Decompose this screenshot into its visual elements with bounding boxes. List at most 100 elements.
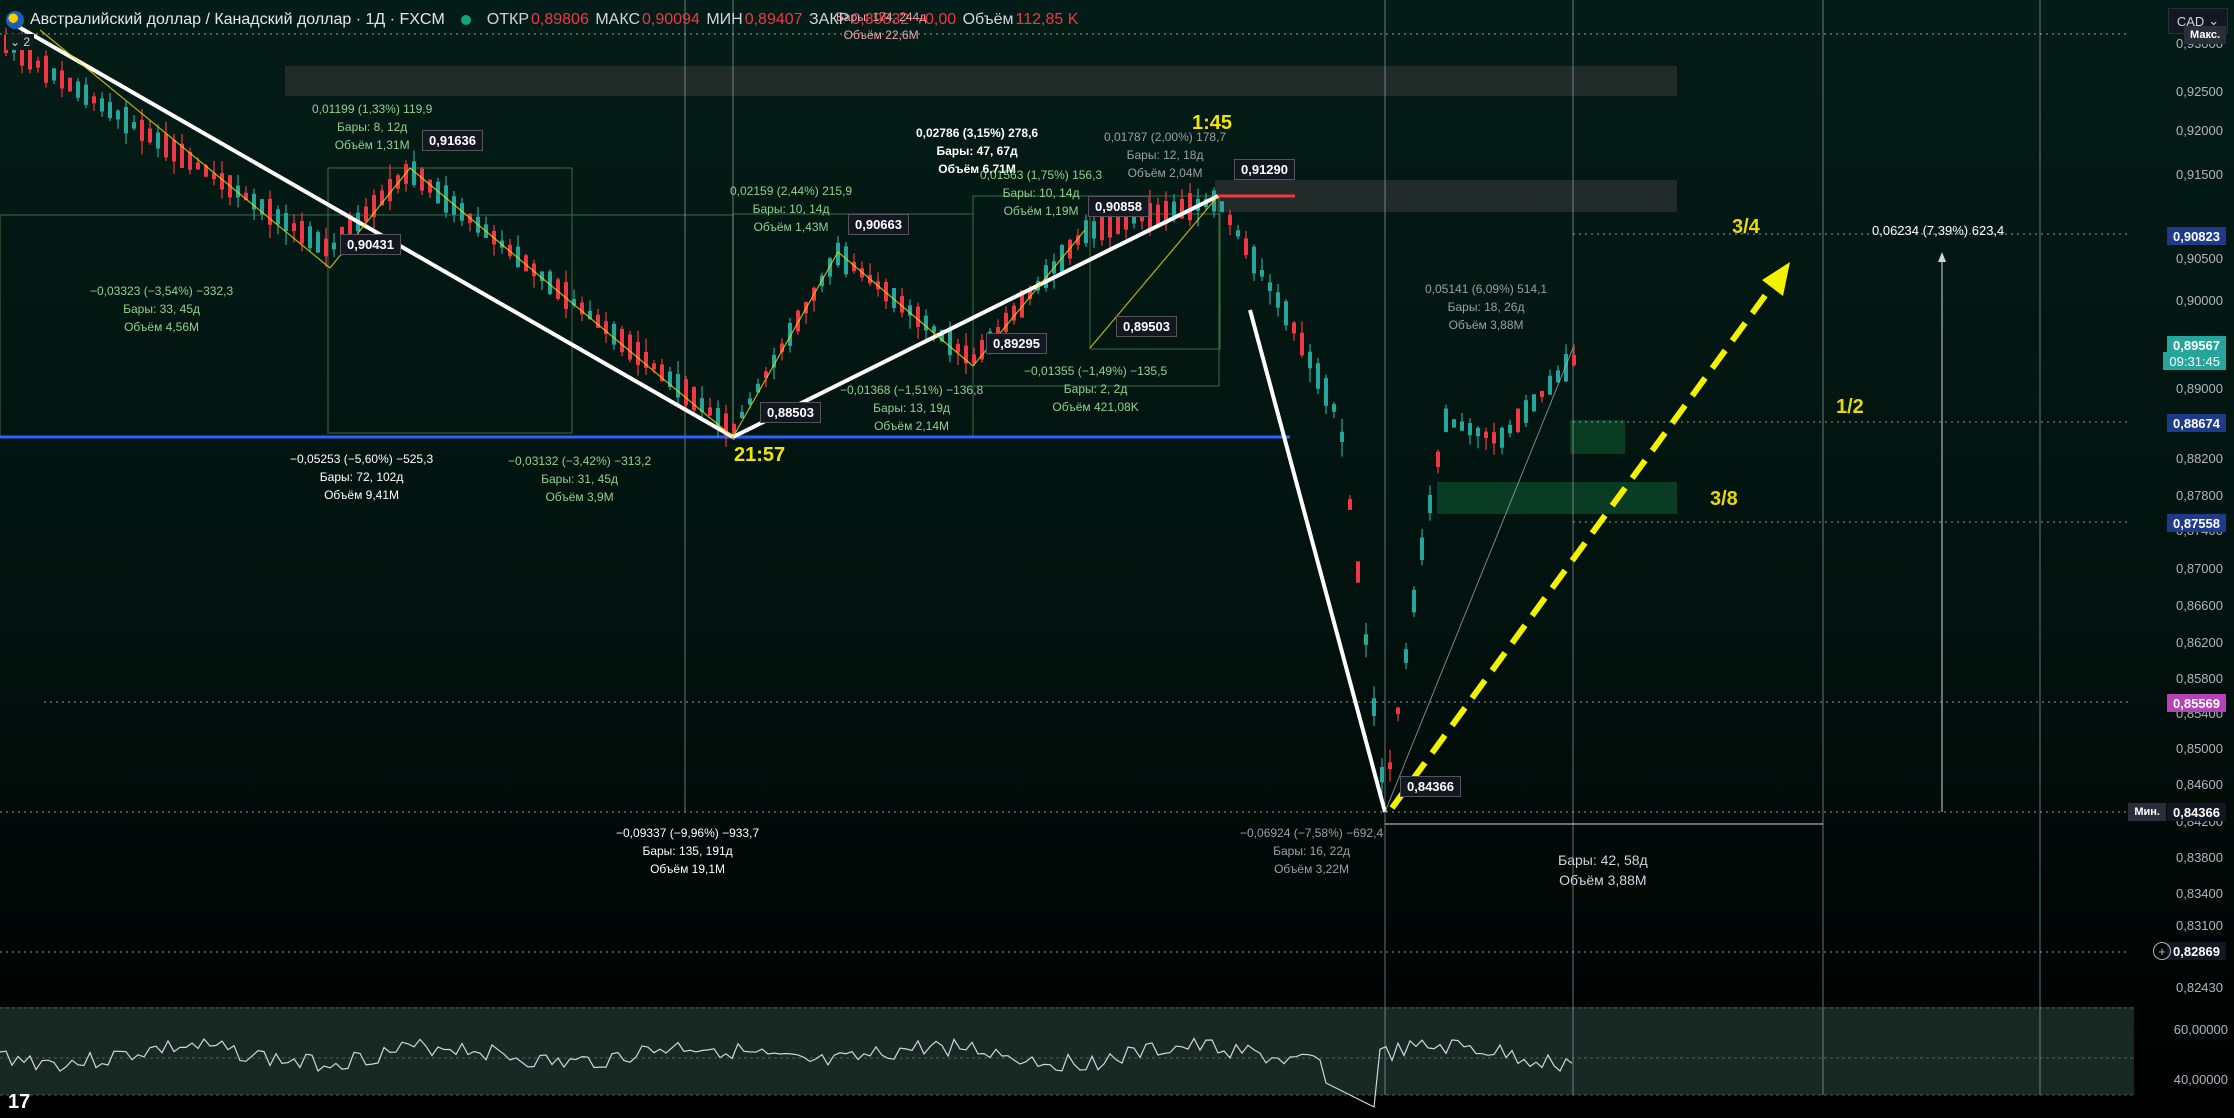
price-axis-tick: 0,90500 [2176,251,2223,266]
a13-line1: 0,05141 (6,09%) 514,1 [1425,282,1548,296]
measure-a7: 0,01563 (1,75%) 156,3 Бары: 10, 14д Объём … [980,166,1102,220]
candle-body [1092,221,1096,239]
volume-label: Объём [962,11,1014,28]
top-stat: Бары: 174, 244д [836,10,927,24]
high-value: 0,90094 [642,11,700,28]
candle-body [164,133,168,158]
candle-body [1508,424,1512,434]
candle-body [196,162,200,170]
top-volume: Объём 22,6M [843,28,919,42]
price-bubble-89503: 0,89503 [1116,316,1177,337]
candle-body [1476,427,1480,437]
candle-body [1236,230,1240,237]
time-label-1-45: 1:45 [1192,112,1233,134]
low-value: 0,89407 [744,11,803,28]
candle-body [1532,394,1536,412]
a1-line1: 0,01199 (1,33%) 119,9 [312,102,433,116]
candle-body [948,328,952,356]
candle-body [1244,238,1248,255]
candle-body [1492,432,1496,444]
symbol-title[interactable]: Австралийский доллар / Канадский доллар … [30,11,445,29]
price-axis-tick: 0,89000 [2176,381,2223,396]
price-bubble-91636: 0,91636 [422,130,483,151]
a6-line1: 0,02786 (3,15%) 278,6 [916,126,1039,140]
candle-body [1364,634,1368,645]
a3-line3: Объём 9,41M [324,488,400,502]
candle-body [116,110,120,120]
price-bubble-91290: 0,91290 [1234,159,1295,180]
candle-body [612,323,616,345]
candle-body [1300,332,1304,356]
tradingview-logo: 17 [8,1091,31,1113]
price-axis-tick: 0,87000 [2176,561,2223,576]
a10-line1: −0,01355 (−1,49%) −135,5 [1024,364,1168,378]
measure-a10: −0,01355 (−1,49%) −135,5 Бары: 2, 2д Объём… [1024,362,1167,416]
candle-body [1268,282,1272,291]
candle-body [84,84,88,105]
add-alert-button[interactable]: + [2153,942,2171,960]
a4-line1: −0,03132 (−3,42%) −313,2 [508,454,652,468]
price-axis-tick: 0,92500 [2176,84,2223,99]
price-tag-88674: 0,88674 [2167,414,2226,432]
price-axis-tick: 0,85000 [2176,741,2223,756]
measure-a1: 0,01199 (1,33%) 119,9 Бары: 8, 12д Объём 1… [312,100,432,154]
candle-body [76,81,80,98]
top-measure: Бары: 174, 244д Объём 22,6M [836,8,926,44]
price-axis-tick: 0,84600 [2176,777,2223,792]
a15-line2: Объём 3,88M [1559,872,1647,888]
candle-body [148,128,152,143]
candle-body [1500,427,1504,448]
candle-body [276,209,280,225]
candle-body [300,220,304,244]
candle-body [1324,378,1328,406]
candle-body [972,354,976,364]
price-axis-tick: 0,91500 [2176,167,2223,182]
high-label: МАКС [595,11,641,28]
candle-body [1524,400,1528,423]
candle-body [652,363,656,370]
measure-a14: 0,06234 (7,39%) 623,4 [1872,222,2004,240]
candle-body [100,98,104,112]
a11-line2: Бары: 135, 191д [642,844,733,858]
a11-line3: Объём 19,1M [650,862,726,876]
max-tag: Макс. [2184,26,2226,44]
candle-body [156,132,160,149]
candle-body [740,411,744,418]
candle-body [316,232,320,253]
a12-line2: Бары: 16, 22д [1273,844,1350,858]
candle-body [1356,561,1360,583]
a5-line2: Бары: 10, 14д [752,202,830,216]
candle-body [1572,354,1576,366]
candle-body [1004,312,1008,332]
a7-line2: Бары: 10, 14д [1002,186,1080,200]
candle-body [108,102,112,118]
top-bar: Австралийский доллар / Канадский доллар … [0,0,2234,40]
symbol-info[interactable]: Австралийский доллар / Канадский доллар … [6,11,445,29]
rsi-tick-60: 60,00000 [2173,1022,2228,1037]
price-bubble-90431: 0,90431 [340,234,401,255]
a1-line3: Объём 1,31M [334,138,410,152]
a2-line2: Бары: 33, 45д [123,302,200,316]
a11-line1: −0,09337 (−9,96%) −933,7 [616,826,760,840]
measure-a5: 0,02159 (2,44%) 215,9 Бары: 10, 14д Объём … [730,182,852,236]
layers-toggle[interactable]: ⌄ 2 [6,34,35,50]
measure-a11: −0,09337 (−9,96%) −933,7 Бары: 135, 191д О… [616,824,759,878]
candle-body [1460,421,1464,431]
a4-line2: Бары: 31, 45д [541,472,618,486]
price-tag-82869: 0,82869 [2167,942,2226,960]
price-tag-90823: 0,90823 [2167,227,2226,245]
candle-body [132,122,136,129]
a3-line1: −0,05253 (−5,60%) −525,3 [290,452,434,466]
volume-value: 112,85 K [1015,11,1079,28]
price-axis-tick: 0,83100 [2176,918,2223,933]
candle-body [1156,204,1160,225]
a9-line2: Бары: 13, 19д [873,401,950,415]
candle-body [676,373,680,398]
price-axis-tick: 0,83400 [2176,886,2223,901]
candle-body [1388,762,1392,770]
low-label: МИН [706,11,743,28]
fib-1-2-label: 1/2 [1836,396,1864,418]
candle-body [1188,193,1192,221]
candle-body [620,329,624,353]
price-axis-tick: 0,85800 [2176,671,2223,686]
